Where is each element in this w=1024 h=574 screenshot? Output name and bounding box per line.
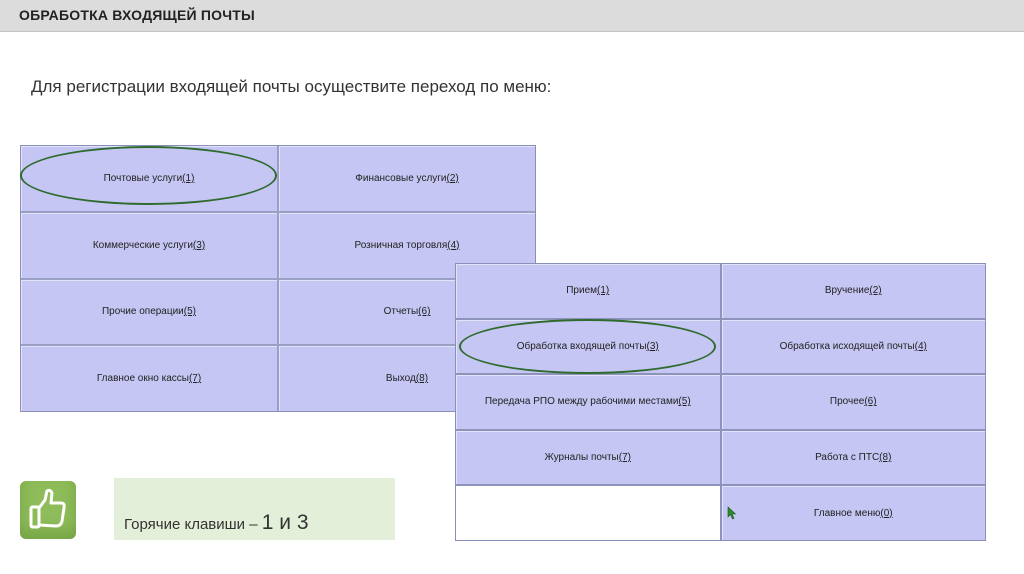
submenu-button-rpo-transfer[interactable]: Передача РПО между рабочими местами (5)	[456, 375, 720, 429]
menu-button-commercial-services[interactable]: Коммерческие услуги (3)	[21, 212, 277, 278]
submenu-button-outgoing-mail[interactable]: Обработка исходящей почты (4)	[721, 319, 985, 374]
instruction-text: Для регистрации входящей почты осуществи…	[31, 77, 552, 96]
submenu-button-reception[interactable]: Прием (1)	[456, 264, 720, 318]
submenu-empty-cell	[456, 486, 720, 540]
menu-button-other-operations[interactable]: Прочие операции (5)	[21, 279, 277, 345]
hotkeys-note: Горячие клавиши – 1 и 3	[114, 478, 395, 540]
thumbs-up-icon	[29, 488, 66, 529]
submenu-button-main-menu[interactable]: Главное меню (0)	[721, 486, 985, 540]
submenu-button-incoming-mail[interactable]: Обработка входящей почты (3)	[456, 319, 720, 374]
menu-button-main-cash-window[interactable]: Главное окно кассы (7)	[21, 346, 277, 411]
header-bar: ОБРАБОТКА ВХОДЯЩЕЙ ПОЧТЫ	[0, 0, 1024, 32]
menu-button-postal-services[interactable]: Почтовые услуги (1)	[21, 146, 277, 211]
page-title: ОБРАБОТКА ВХОДЯЩЕЙ ПОЧТЫ	[19, 7, 255, 23]
submenu-button-other[interactable]: Прочее (6)	[721, 375, 985, 429]
submenu-button-delivery[interactable]: Вручение (2)	[721, 264, 985, 318]
postal-submenu-grid: Прием (1) Вручение (2) Обработка входяще…	[455, 263, 986, 541]
menu-button-financial-services[interactable]: Финансовые услуги (2)	[279, 146, 535, 211]
cursor-icon	[727, 506, 736, 520]
hotkeys-label: Горячие клавиши –	[124, 516, 262, 533]
submenu-button-pts-work[interactable]: Работа с ПТС (8)	[721, 430, 985, 485]
thumbs-up-badge	[20, 481, 76, 539]
hotkeys-text: Горячие клавиши – 1 и 3	[124, 511, 309, 535]
submenu-button-mail-journals[interactable]: Журналы почты (7)	[456, 430, 720, 485]
hotkeys-keys: 1 и 3	[261, 511, 309, 534]
